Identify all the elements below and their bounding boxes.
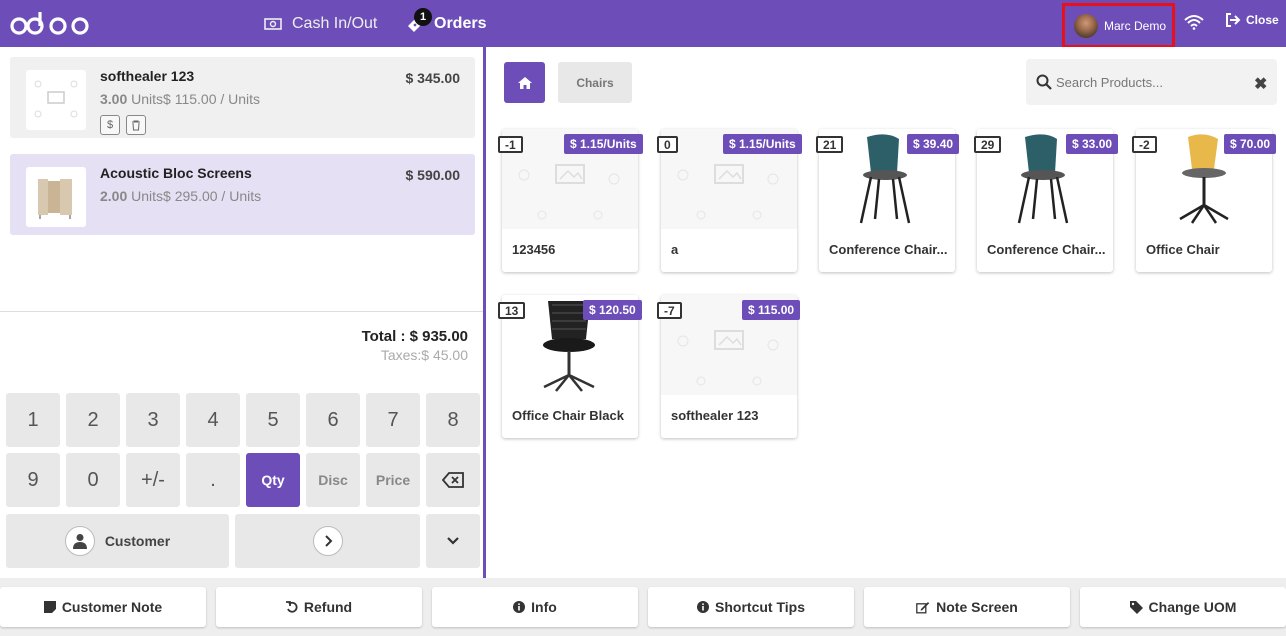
price-tag: $ 33.00 <box>1066 134 1119 154</box>
product-name: softhealer 123 <box>671 408 759 423</box>
tag-icon <box>1129 600 1143 614</box>
info-icon <box>697 601 710 613</box>
user-menu[interactable]: Marc Demo <box>1062 3 1175 48</box>
customer-label: Customer <box>104 533 171 549</box>
numpad-key[interactable]: 8 <box>426 393 480 447</box>
stock-qty-tag: 13 <box>498 302 526 319</box>
note-screen-button[interactable]: Note Screen <box>864 587 1070 627</box>
sign-out-icon <box>1226 13 1241 27</box>
price-tag: $ 70.00 <box>1224 134 1277 154</box>
backspace-button[interactable] <box>426 453 480 507</box>
cash-in-out-button[interactable]: Cash In/Out <box>264 0 377 47</box>
order-panel: softhealer 123 3.00 Units$ 115.00 / Unit… <box>0 47 486 578</box>
screen-product-image <box>38 179 72 219</box>
cash-in-out-label: Cash In/Out <box>292 14 378 32</box>
numpad-key[interactable]: 4 <box>186 393 240 447</box>
order-line[interactable]: softhealer 123 3.00 Units$ 115.00 / Unit… <box>10 57 475 138</box>
product-panel: Chairs ✖ 123456 a Conference Chair... Co… <box>489 47 1286 578</box>
product-name: Conference Chair... <box>987 242 1106 257</box>
customer-button[interactable]: Customer <box>6 514 229 568</box>
numpad-key[interactable]: 0 <box>66 453 120 507</box>
order-line-name: softhealer 123 <box>100 68 195 84</box>
disc-mode-button[interactable]: Disc <box>306 453 360 507</box>
close-label: Close <box>1246 13 1279 27</box>
price-tag: $ 120.50 <box>583 300 642 320</box>
price-tag: $ 39.40 <box>907 134 960 154</box>
refund-button[interactable]: Refund <box>216 587 422 627</box>
price-tag: $ 115.00 <box>742 300 801 320</box>
product-thumbnail <box>26 70 86 130</box>
home-category-button[interactable] <box>504 62 545 103</box>
dollar-icon[interactable]: $ <box>100 115 120 135</box>
product-thumbnail <box>26 167 86 227</box>
info-button[interactable]: Info <box>432 587 638 627</box>
search-input[interactable] <box>1056 72 1246 92</box>
product-search: ✖ <box>1026 59 1277 105</box>
stock-qty-tag: 0 <box>657 136 678 153</box>
stock-qty-tag: 21 <box>816 136 844 153</box>
odoo-logo <box>10 12 89 35</box>
backspace-icon <box>442 472 464 488</box>
product-name: Conference Chair... <box>829 242 948 257</box>
stock-qty-tag: -2 <box>1132 136 1157 153</box>
sticky-note-icon <box>43 601 56 613</box>
search-icon <box>1036 74 1052 90</box>
undo-icon <box>285 601 298 613</box>
change-uom-button[interactable]: Change UOM <box>1080 587 1286 627</box>
user-icon <box>64 526 95 556</box>
product-name: a <box>671 242 679 257</box>
orders-label: Orders <box>434 14 487 32</box>
user-name: Marc Demo <box>1104 18 1167 33</box>
numpad-key[interactable]: 3 <box>126 393 180 447</box>
order-line-price: $ 345.00 <box>405 70 461 86</box>
chevron-down-icon <box>447 537 459 545</box>
info-icon <box>513 601 526 613</box>
home-icon <box>517 76 532 89</box>
close-icon[interactable]: ✖ <box>1254 74 1267 94</box>
numpad-key[interactable]: 9 <box>6 453 60 507</box>
product-name: Office Chair Black <box>512 408 624 423</box>
order-taxes: Taxes:$ 45.00 <box>380 347 468 363</box>
stock-qty-tag: 29 <box>974 136 1002 153</box>
placeholder-image-icon <box>34 80 78 118</box>
top-navbar: Cash In/Out Orders 1 Marc Demo Close <box>0 0 1286 48</box>
stock-qty-tag: -1 <box>498 136 523 153</box>
order-total: Total : $ 935.00 <box>361 328 468 345</box>
plus-minus-key[interactable]: +/- <box>126 453 180 507</box>
wifi-icon <box>1184 15 1204 30</box>
product-name: 123456 <box>512 242 556 257</box>
order-line-detail: 2.00 Units$ 295.00 / Units <box>100 188 262 204</box>
price-mode-button[interactable]: Price <box>366 453 420 507</box>
price-tag: $ 1.15/Units <box>564 134 643 154</box>
order-line-detail: 3.00 Units$ 115.00 / Units <box>100 91 261 107</box>
trash-icon[interactable] <box>126 115 146 135</box>
qty-mode-button[interactable]: Qty <box>246 453 300 507</box>
divider <box>0 311 483 312</box>
order-line-selected[interactable]: Acoustic Bloc Screens 2.00 Units$ 295.00… <box>10 154 475 235</box>
avatar <box>1074 13 1098 38</box>
shortcut-tips-button[interactable]: Shortcut Tips <box>648 587 854 627</box>
order-line-name: Acoustic Bloc Screens <box>100 165 252 181</box>
category-chairs-button[interactable]: Chairs <box>558 62 632 103</box>
payment-button[interactable] <box>235 514 420 568</box>
edit-icon <box>916 601 930 614</box>
stock-qty-tag: -7 <box>657 302 682 319</box>
chevron-right-icon <box>312 526 343 556</box>
customer-note-button[interactable]: Customer Note <box>0 587 206 627</box>
order-line-price: $ 590.00 <box>405 167 461 183</box>
control-buttons-bar: Customer Note Refund Info Shortcut Tips … <box>0 578 1286 636</box>
decimal-key[interactable]: . <box>186 453 240 507</box>
price-tag: $ 1.15/Units <box>723 134 802 154</box>
numpad-key[interactable]: 2 <box>66 393 120 447</box>
numpad-key[interactable]: 1 <box>6 393 60 447</box>
product-name: Office Chair <box>1146 242 1220 257</box>
orders-count-badge: 1 <box>414 8 432 26</box>
numpad-key[interactable]: 7 <box>366 393 420 447</box>
money-icon <box>264 17 282 30</box>
numpad-key[interactable]: 5 <box>246 393 300 447</box>
more-button[interactable] <box>426 514 480 568</box>
close-button[interactable]: Close <box>1225 13 1279 27</box>
numpad-key[interactable]: 6 <box>306 393 360 447</box>
